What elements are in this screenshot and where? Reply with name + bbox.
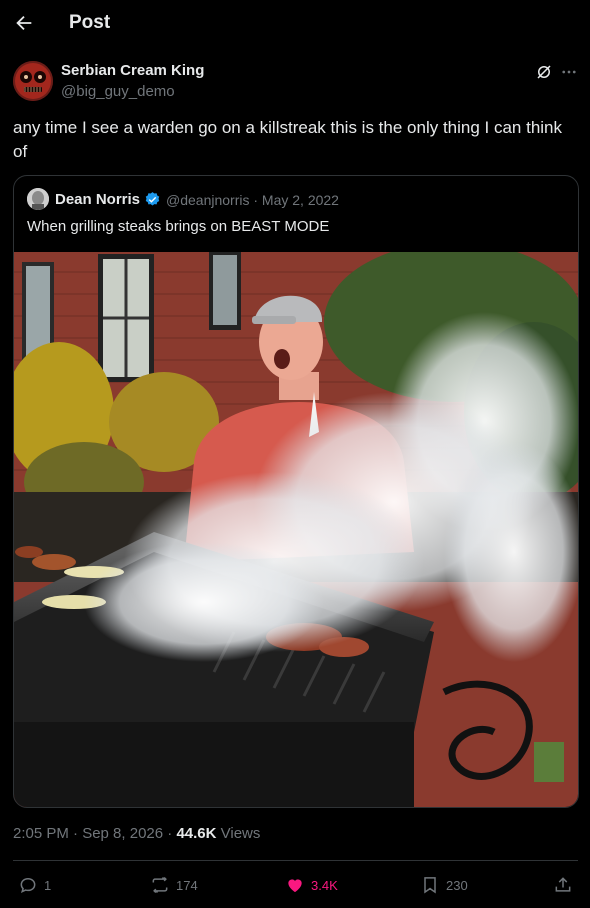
- more-icon[interactable]: [559, 63, 579, 81]
- arrow-left-icon[interactable]: [13, 12, 35, 34]
- quoted-post[interactable]: Dean Norris @deanjnorris · May 2, 2022 W…: [13, 175, 579, 808]
- bookmark-count: 230: [446, 877, 468, 893]
- share-button[interactable]: [553, 874, 573, 896]
- quote-author-name: Dean Norris: [55, 191, 141, 208]
- like-button[interactable]: 3.4K: [285, 874, 338, 896]
- bookmark-icon: [424, 877, 436, 894]
- repost-icon: [152, 876, 168, 894]
- verified-badge-icon: [145, 192, 160, 206]
- post-text: any time I see a warden go on a killstre…: [13, 118, 563, 161]
- views-label: Views: [220, 825, 261, 842]
- repost-count: 174: [176, 877, 198, 893]
- quote-text: When grilling steaks brings on BEAST MOD…: [27, 218, 330, 235]
- page-title: Post: [69, 12, 111, 33]
- bookmark-button[interactable]: 230: [420, 874, 468, 896]
- author-name[interactable]: Serbian Cream King: [61, 62, 204, 79]
- like-count: 3.4K: [311, 877, 338, 893]
- post-timestamp[interactable]: 2:05 PM · Sep 8, 2026 ·: [13, 825, 176, 842]
- heart-icon: [288, 879, 302, 893]
- post-timestamp-row: 2:05 PM · Sep 8, 2026 · 44.6K Views: [13, 825, 260, 842]
- views-count: 44.6K: [176, 825, 217, 842]
- reply-count: 1: [44, 877, 52, 893]
- quote-handle-date: @deanjnorris · May 2, 2022: [166, 192, 339, 208]
- top-bar: Post: [0, 0, 590, 46]
- grok-icon[interactable]: [535, 63, 553, 81]
- reply-button[interactable]: 1: [18, 874, 51, 896]
- quote-image[interactable]: [14, 252, 578, 807]
- repost-button[interactable]: 174: [150, 874, 198, 896]
- divider: [13, 860, 578, 861]
- author-handle[interactable]: @big_guy_demo: [61, 83, 175, 100]
- avatar[interactable]: [13, 61, 53, 101]
- reply-icon: [20, 877, 36, 894]
- quote-avatar: [27, 188, 49, 210]
- share-icon: [555, 877, 571, 892]
